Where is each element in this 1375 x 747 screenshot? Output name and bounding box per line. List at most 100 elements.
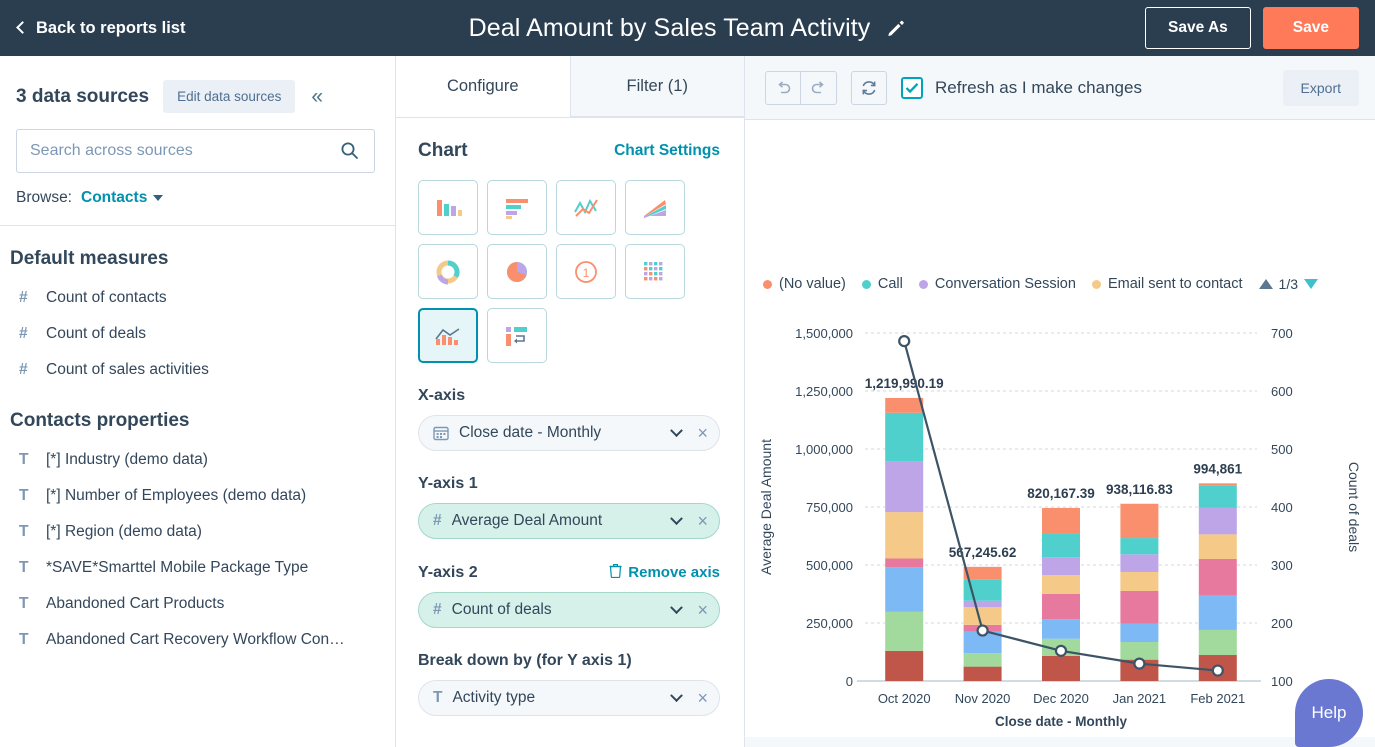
y-axis-1-field-pill[interactable]: # Average Deal Amount ×: [418, 503, 720, 539]
close-icon[interactable]: ×: [697, 424, 708, 442]
collapse-left-icon[interactable]: «: [311, 86, 323, 107]
area-chart-icon[interactable]: [625, 180, 685, 235]
legend-label: (No value): [779, 276, 846, 292]
legend-pager: 1/3: [1258, 276, 1318, 292]
field-row-abandoned-cart-recovery-workflow[interactable]: T Abandoned Cart Recovery Workflow Con…: [0, 622, 395, 658]
browse-object-select[interactable]: Contacts: [81, 189, 147, 207]
chevron-down-icon[interactable]: [670, 423, 684, 437]
svg-text:600: 600: [1271, 384, 1293, 399]
svg-text:Count of deals: Count of deals: [1346, 462, 1362, 552]
svg-text:1,000,000: 1,000,000: [795, 442, 853, 457]
refresh-as-changes-toggle[interactable]: Refresh as I make changes: [901, 76, 1142, 99]
sidebar-section-default-measures: Default measures # Count of contacts # C…: [0, 226, 395, 388]
field-type-icon: #: [19, 289, 28, 306]
svg-text:1,219,990.19: 1,219,990.19: [865, 376, 944, 391]
close-icon[interactable]: ×: [697, 601, 708, 619]
chart-area: Refresh as I make changes Export (No val…: [745, 56, 1375, 747]
y-axis-1-label: Y-axis 1: [418, 475, 720, 493]
field-row-count-of-sales-activities[interactable]: # Count of sales activities: [0, 352, 395, 388]
chevron-down-icon[interactable]: [670, 688, 684, 702]
refresh-label: Refresh as I make changes: [935, 77, 1142, 97]
save-as-button[interactable]: Save As: [1145, 7, 1251, 49]
undo-icon[interactable]: [765, 70, 801, 105]
edit-data-sources-button[interactable]: Edit data sources: [163, 80, 296, 113]
back-to-reports-link[interactable]: Back to reports list: [16, 18, 186, 38]
vertical-bar-chart-icon[interactable]: [418, 180, 478, 235]
x-axis-value: Close date - Monthly: [459, 424, 602, 441]
section-title: Contacts properties: [10, 410, 190, 431]
line-chart-icon[interactable]: [556, 180, 616, 235]
help-button[interactable]: Help: [1295, 679, 1363, 747]
refresh-icon[interactable]: [851, 70, 887, 105]
donut-chart-icon[interactable]: [418, 244, 478, 299]
chevron-down-icon[interactable]: [670, 600, 684, 614]
chevron-down-icon[interactable]: [153, 195, 164, 201]
x-axis-label: X-axis: [418, 387, 720, 405]
field-row-abandoned-cart-products[interactable]: T Abandoned Cart Products: [0, 586, 395, 622]
single-value-chart-icon[interactable]: 1: [556, 244, 616, 299]
legend-color-dot: [918, 279, 928, 289]
section-title: Default measures: [10, 248, 169, 269]
pivot-table-icon[interactable]: [625, 244, 685, 299]
sidebar-section-contacts-properties: Contacts properties T [*] Industry (demo…: [0, 388, 395, 658]
pencil-icon[interactable]: [886, 18, 906, 38]
remove-axis-button[interactable]: Remove axis: [609, 563, 720, 582]
close-icon[interactable]: ×: [697, 512, 708, 530]
redo-icon[interactable]: [801, 70, 837, 105]
chart-type-grid: 1: [418, 180, 686, 363]
text-field-icon: T: [433, 689, 443, 706]
legend-item-no-value[interactable]: (No value): [763, 276, 846, 292]
legend-item-call[interactable]: Call: [861, 276, 903, 292]
svg-text:1: 1: [583, 266, 590, 280]
search-wrapper: [0, 113, 395, 173]
back-link-label: Back to reports list: [36, 18, 186, 37]
legend-label: Call: [877, 276, 903, 292]
svg-text:994,861: 994,861: [1193, 461, 1242, 476]
save-button[interactable]: Save: [1262, 7, 1359, 49]
chart-plot[interactable]: 0 250,000 500,000 750,000 1,000,000 1,250,000…: [745, 313, 1375, 738]
checkbox-icon[interactable]: [901, 76, 923, 99]
funnel-chart-icon[interactable]: [487, 308, 547, 363]
field-row-smarttel-mobile-package-type[interactable]: T *SAVE*Smarttel Mobile Package Type: [0, 550, 395, 586]
field-row-number-of-employees[interactable]: T [*] Number of Employees (demo data): [0, 478, 395, 514]
legend-color-dot: [1091, 279, 1101, 289]
x-axis-field-pill[interactable]: Close date - Monthly ×: [418, 415, 720, 451]
chart-card: (No value) Call Conversation Session Ema…: [745, 119, 1375, 737]
svg-text:300: 300: [1271, 558, 1293, 573]
combo-chart-icon[interactable]: [418, 308, 478, 363]
data-sources-sidebar: 3 data sources Edit data sources « Brows…: [0, 56, 396, 747]
breakdown-field-pill[interactable]: T Activity type ×: [418, 680, 720, 716]
field-label: *SAVE*Smarttel Mobile Package Type: [46, 559, 309, 576]
svg-text:820,167.39: 820,167.39: [1027, 486, 1095, 501]
svg-text:1,250,000: 1,250,000: [795, 384, 853, 399]
legend-prev-page-icon[interactable]: [1258, 279, 1273, 289]
browse-row: Browse: Contacts: [0, 173, 395, 225]
field-row-region[interactable]: T [*] Region (demo data): [0, 514, 395, 550]
breakdown-label-text: Break down by (for Y axis 1): [418, 652, 632, 669]
field-row-count-of-deals[interactable]: # Count of deals: [0, 316, 395, 352]
horizontal-bar-chart-icon[interactable]: [487, 180, 547, 235]
field-type-icon: T: [19, 451, 29, 468]
field-row-industry[interactable]: T [*] Industry (demo data): [0, 442, 395, 478]
export-button[interactable]: Export: [1282, 69, 1359, 106]
field-row-count-of-contacts[interactable]: # Count of contacts: [0, 280, 395, 316]
close-icon[interactable]: ×: [697, 689, 708, 707]
legend-next-page-icon[interactable]: [1304, 279, 1318, 289]
panel-tabs: Configure Filter (1): [396, 56, 744, 118]
chevron-down-icon[interactable]: [670, 511, 684, 525]
page-title: Deal Amount by Sales Team Activity: [468, 13, 871, 42]
trash-icon: [609, 563, 622, 582]
chart-settings-link[interactable]: Chart Settings: [614, 142, 720, 160]
pie-chart-icon[interactable]: [487, 244, 547, 299]
svg-text:500,000: 500,000: [806, 558, 853, 573]
svg-text:Average Deal Amount: Average Deal Amount: [758, 439, 774, 575]
legend-item-conversation-session[interactable]: Conversation Session: [918, 276, 1076, 292]
svg-text:Oct 2020: Oct 2020: [878, 691, 931, 706]
svg-text:Jan 2021: Jan 2021: [1113, 691, 1167, 706]
tab-configure[interactable]: Configure: [396, 56, 570, 117]
legend-item-email-sent-to-contact[interactable]: Email sent to contact: [1091, 276, 1243, 292]
y-axis-2-field-pill[interactable]: # Count of deals ×: [418, 592, 720, 628]
search-input[interactable]: [16, 129, 375, 173]
tab-filter[interactable]: Filter (1): [569, 56, 744, 117]
search-icon[interactable]: [340, 141, 359, 165]
